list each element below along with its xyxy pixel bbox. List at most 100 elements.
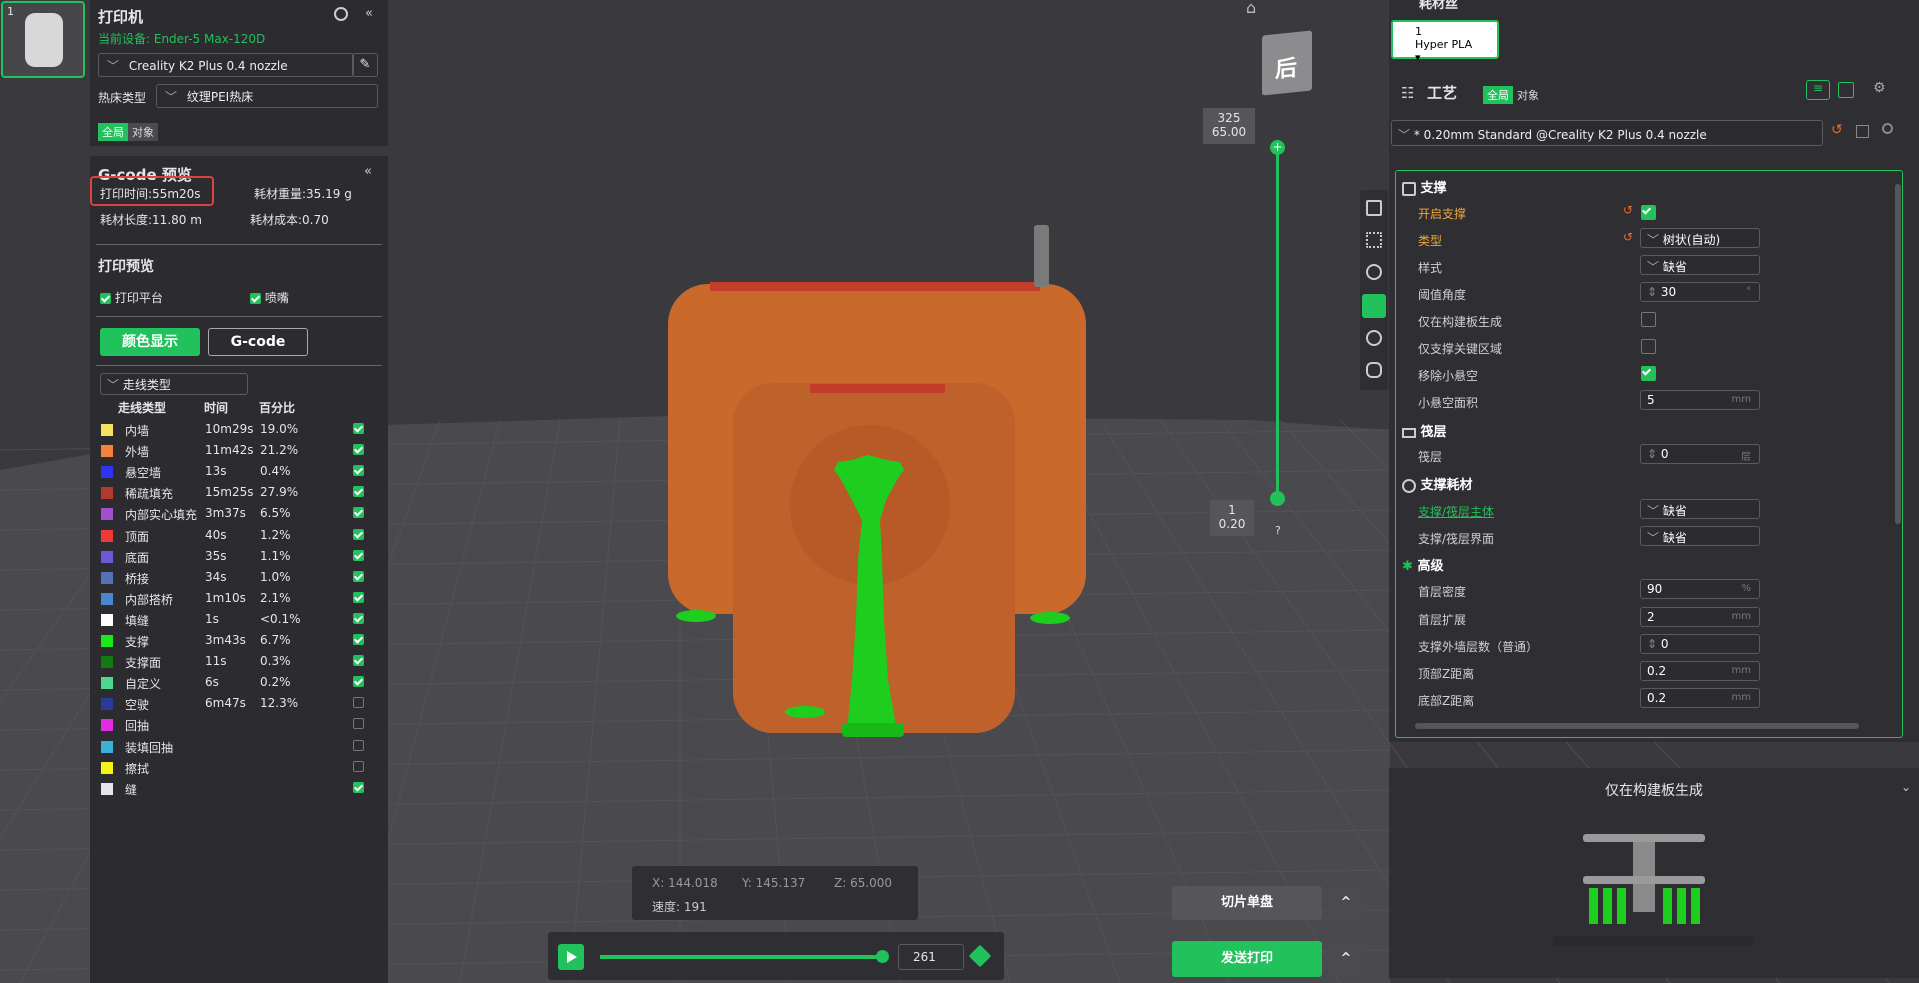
speed-icon[interactable] [1366, 264, 1382, 280]
collapse-icon[interactable]: « [365, 6, 373, 21]
layer-slider-bottom-handle[interactable] [1270, 491, 1285, 506]
grid-icon[interactable] [1366, 232, 1382, 248]
tools-icon[interactable]: ⚙ [1873, 80, 1886, 96]
color-display-button[interactable]: 颜色显示 [100, 328, 200, 356]
show-nozzle-toggle[interactable]: 喷嘴 [250, 289, 289, 306]
line-type-time: 3m37s [205, 506, 246, 521]
scope-global[interactable]: 全局 [1483, 86, 1513, 104]
remove-small-checkbox[interactable] [1641, 366, 1656, 381]
support-interface-select[interactable]: ﹀ 缺省 [1640, 526, 1760, 546]
small-area-input[interactable]: 5 mm [1640, 390, 1760, 410]
params-hscrollbar[interactable] [1415, 723, 1859, 729]
visibility-checkbox[interactable] [353, 507, 364, 519]
play-button[interactable] [558, 944, 584, 970]
chevron-down-icon[interactable]: ⌄ [1901, 780, 1911, 794]
settings-cluster-icon[interactable] [1366, 362, 1382, 378]
save-icon[interactable] [1856, 125, 1869, 138]
search-icon[interactable] [1882, 123, 1893, 134]
process-preset-select[interactable]: ﹀ * 0.20mm Standard @Creality K2 Plus 0.… [1391, 120, 1823, 146]
move-slider-track[interactable] [600, 955, 882, 959]
threshold-angle-input[interactable]: ⇕ 30 ° [1640, 282, 1760, 302]
visibility-checkbox[interactable] [353, 528, 364, 540]
move-slider-handle[interactable] [876, 950, 889, 963]
visibility-checkbox[interactable] [353, 781, 364, 793]
filament-slot-card[interactable]: 1 Hyper PLA ▾ [1391, 20, 1499, 64]
visibility-checkbox[interactable] [353, 676, 364, 688]
line-type-name: 内墙 [125, 424, 150, 438]
reset-icon[interactable]: ↺ [1831, 122, 1843, 138]
compare-icon[interactable] [1838, 82, 1854, 98]
raft-layers-input[interactable]: ⇕ 0层 [1640, 444, 1760, 464]
printer-preset-select[interactable]: ﹀ Creality K2 Plus 0.4 nozzle [98, 53, 354, 77]
plate-thumbnail[interactable]: 1 [1, 1, 85, 78]
send-print-button[interactable]: 发送打印 [1172, 941, 1322, 977]
layer-slider-top-handle[interactable]: + [1270, 140, 1285, 155]
legend-row: 内部实心填充 3m37s 6.5% [96, 503, 396, 524]
target-icon[interactable] [1366, 330, 1382, 346]
chevron-down-icon: ﹀ [107, 59, 120, 73]
support-type-select[interactable]: ﹀ 树状(自动) [1640, 228, 1760, 248]
view-cube[interactable]: 后 [1262, 30, 1312, 96]
enable-support-checkbox[interactable] [1641, 205, 1656, 220]
help-mark[interactable]: ? [1275, 524, 1281, 537]
first-density-input[interactable]: 90% [1640, 579, 1760, 599]
visibility-checkbox[interactable] [353, 423, 364, 434]
support-icon [1402, 181, 1416, 196]
reset-icon[interactable]: ↺ [1623, 230, 1633, 244]
checkbox-icon[interactable] [100, 293, 111, 304]
show-plate-toggle[interactable]: 打印平台 [100, 289, 163, 306]
visibility-checkbox[interactable] [353, 465, 364, 477]
bed-type-select[interactable]: ﹀ 纹理PEI热床 [156, 84, 378, 108]
visibility-checkbox[interactable] [353, 718, 364, 730]
move-value-input[interactable]: 261 [898, 944, 964, 970]
slice-options-button[interactable]: ^ [1328, 886, 1364, 920]
top-z-input[interactable]: 0.2 mm [1640, 661, 1760, 681]
send-options-button[interactable]: ^ [1328, 941, 1364, 977]
visibility-checkbox[interactable] [353, 697, 364, 709]
layer-slider-track[interactable] [1276, 146, 1279, 500]
visibility-checkbox[interactable] [353, 739, 364, 751]
legend-row: 空驶 6m47s 12.3% [96, 693, 396, 714]
visibility-checkbox[interactable] [353, 549, 364, 561]
visibility-checkbox[interactable] [353, 655, 364, 667]
support-paint-icon[interactable] [1362, 294, 1386, 318]
visibility-checkbox[interactable] [353, 570, 364, 582]
checkbox-icon[interactable] [250, 293, 261, 304]
visibility-checkbox[interactable] [353, 486, 364, 498]
printer-settings-icon[interactable] [334, 7, 348, 21]
slice-plate-button[interactable]: 切片单盘 [1172, 886, 1322, 920]
edit-printer-button[interactable]: ✎ [352, 53, 378, 77]
layers-icon[interactable] [1366, 200, 1382, 216]
layer-stack-icon[interactable] [968, 944, 992, 968]
line-type-select[interactable]: ﹀ 走线类型 [100, 373, 248, 395]
chevron-down-icon: ﹀ [1647, 504, 1660, 518]
critical-only-checkbox[interactable] [1641, 339, 1656, 354]
visibility-checkbox[interactable] [353, 612, 364, 624]
support-style-select[interactable]: ﹀ 缺省 [1640, 255, 1760, 275]
params-scrollbar[interactable] [1895, 184, 1901, 524]
bottom-z-input[interactable]: 0.2 mm [1640, 688, 1760, 708]
color-swatch [101, 635, 113, 647]
visibility-checkbox[interactable] [353, 634, 364, 645]
visibility-checkbox[interactable] [353, 760, 364, 772]
reset-icon[interactable]: ↺ [1623, 203, 1633, 217]
build-plate-only-checkbox[interactable] [1641, 312, 1656, 327]
scope-object[interactable]: 对象 [128, 123, 158, 141]
raft-icon [1402, 427, 1416, 438]
scope-object[interactable]: 对象 [1513, 86, 1543, 104]
first-expand-input[interactable]: 2 mm [1640, 607, 1760, 627]
scope-global[interactable]: 全局 [98, 123, 128, 141]
stepper-icon[interactable]: ⇕ [1647, 285, 1657, 299]
home-icon[interactable]: ⌂ [1246, 0, 1256, 17]
process-scope-toggle[interactable]: 全局 对象 [1483, 84, 1543, 104]
support-base-select[interactable]: ﹀ 缺省 [1640, 499, 1760, 519]
visibility-checkbox[interactable] [353, 591, 364, 603]
collapse-icon[interactable]: « [364, 164, 372, 179]
wall-count-input[interactable]: ⇕ 0 [1640, 634, 1760, 654]
gcode-view-button[interactable]: G-code [208, 328, 308, 356]
visibility-checkbox[interactable] [353, 444, 364, 456]
stepper-icon[interactable]: ⇕ [1647, 447, 1657, 461]
stepper-icon[interactable]: ⇕ [1647, 637, 1657, 651]
printer-scope-toggle[interactable]: 全局 对象 [98, 121, 158, 141]
advanced-view-icon[interactable]: ≡ [1806, 80, 1830, 100]
